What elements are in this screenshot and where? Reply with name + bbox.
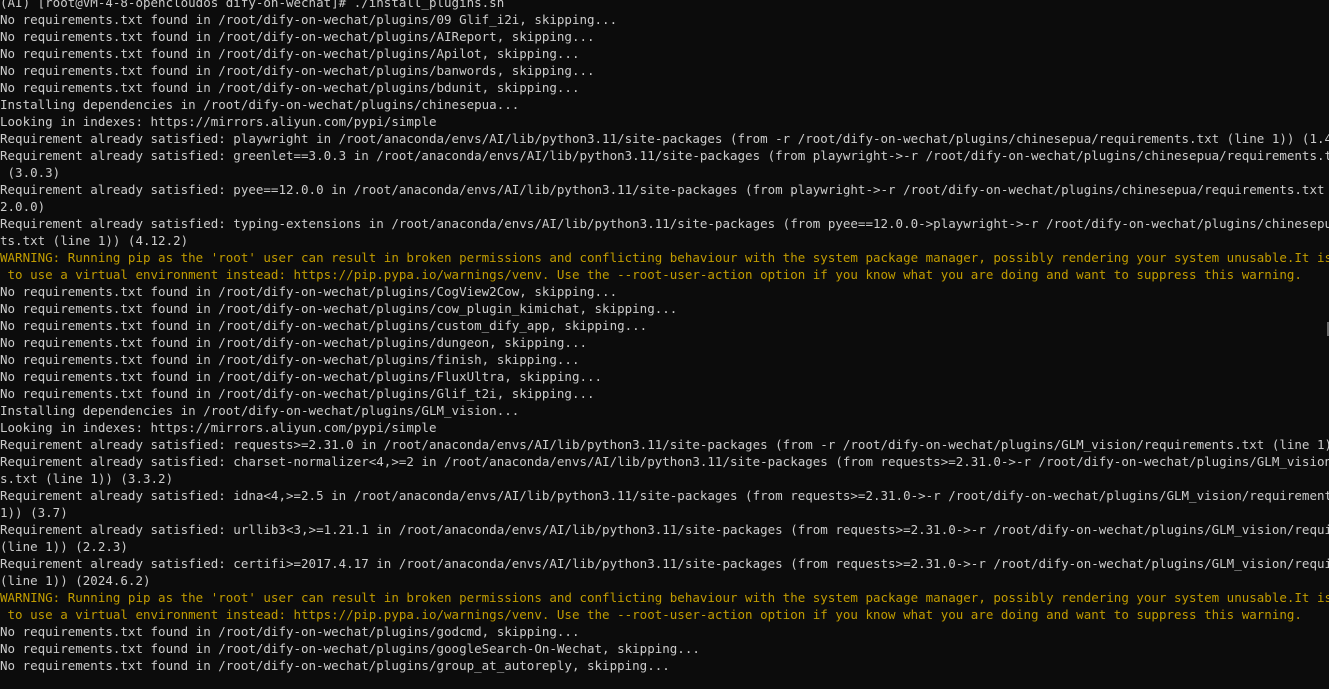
terminal-line: (line 1)) (2024.6.2)	[0, 573, 151, 588]
terminal-line: No requirements.txt found in /root/dify-…	[0, 624, 580, 639]
terminal-line: (3.0.3)	[0, 165, 61, 180]
terminal-line: Looking in indexes: https://mirrors.aliy…	[0, 114, 437, 129]
terminal-line: No requirements.txt found in /root/dify-…	[0, 46, 580, 61]
terminal-line: No requirements.txt found in /root/dify-…	[0, 29, 595, 44]
terminal-line: Looking in indexes: https://mirrors.aliy…	[0, 420, 437, 435]
terminal-line: Requirement already satisfied: typing-ex…	[0, 216, 1329, 231]
terminal-line: Requirement already satisfied: charset-n…	[0, 454, 1329, 469]
terminal-line: No requirements.txt found in /root/dify-…	[0, 369, 603, 384]
terminal-warning-line: WARNING: Running pip as the 'root' user …	[0, 590, 1329, 605]
terminal-line: Requirement already satisfied: pyee==12.…	[0, 182, 1329, 197]
terminal-line: No requirements.txt found in /root/dify-…	[0, 335, 587, 350]
terminal-line: 2.0.0)	[0, 199, 46, 214]
terminal-line: No requirements.txt found in /root/dify-…	[0, 63, 595, 78]
terminal-line: No requirements.txt found in /root/dify-…	[0, 284, 618, 299]
terminal-line: No requirements.txt found in /root/dify-…	[0, 386, 595, 401]
terminal-line: Requirement already satisfied: urllib3<3…	[0, 522, 1329, 537]
terminal-line: No requirements.txt found in /root/dify-…	[0, 301, 678, 316]
terminal-line: Requirement already satisfied: greenlet=…	[0, 148, 1329, 163]
terminal-warning-line: to use a virtual environment instead: ht…	[0, 267, 1302, 282]
terminal-line: Requirement already satisfied: requests>…	[0, 437, 1329, 452]
terminal-line: No requirements.txt found in /root/dify-…	[0, 80, 580, 95]
terminal-line: Installing dependencies in /root/dify-on…	[0, 97, 520, 112]
terminal-line: 1)) (3.7)	[0, 505, 68, 520]
terminal-line: No requirements.txt found in /root/dify-…	[0, 658, 670, 673]
terminal-line: ts.txt (line 1)) (4.12.2)	[0, 233, 189, 248]
terminal-line: No requirements.txt found in /root/dify-…	[0, 352, 580, 367]
terminal-line: No requirements.txt found in /root/dify-…	[0, 12, 618, 27]
terminal-line: Requirement already satisfied: idna<4,>=…	[0, 488, 1329, 503]
terminal-line: No requirements.txt found in /root/dify-…	[0, 318, 648, 333]
terminal-output[interactable]: (AI) [root@VM-4-8-opencloudos dify-on-we…	[0, 0, 1329, 689]
terminal-line: s.txt (line 1)) (3.3.2)	[0, 471, 174, 486]
terminal-line: Installing dependencies in /root/dify-on…	[0, 403, 520, 418]
terminal-line: Requirement already satisfied: certifi>=…	[0, 556, 1329, 571]
terminal-line: Requirement already satisfied: playwrigh…	[0, 131, 1329, 146]
terminal-line: No requirements.txt found in /root/dify-…	[0, 641, 700, 656]
terminal-warning-line: WARNING: Running pip as the 'root' user …	[0, 250, 1329, 265]
terminal-warning-line: to use a virtual environment instead: ht…	[0, 607, 1302, 622]
terminal-prompt-line: (AI) [root@VM-4-8-opencloudos dify-on-we…	[0, 0, 505, 10]
terminal-line: (line 1)) (2.2.3)	[0, 539, 128, 554]
